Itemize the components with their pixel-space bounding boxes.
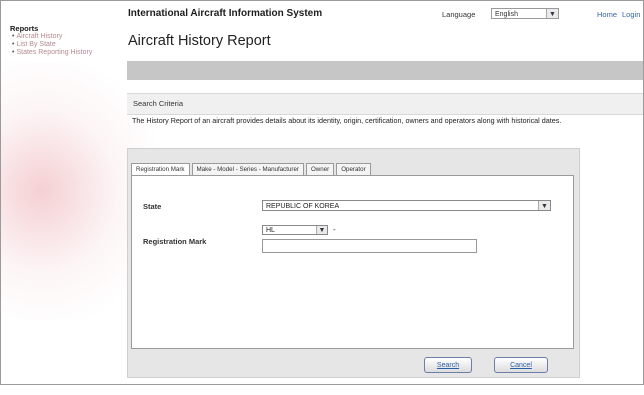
search-tabs: Registration Mark Make - Model - Series … bbox=[131, 163, 373, 176]
registration-mark-input[interactable] bbox=[262, 239, 477, 253]
registration-prefix-select[interactable]: HL ▼ bbox=[262, 225, 328, 235]
app-title: International Aircraft Information Syste… bbox=[128, 8, 323, 19]
login-link[interactable]: Login bbox=[622, 10, 640, 19]
cancel-button[interactable]: Cancel bbox=[494, 357, 548, 373]
sidebar-item-label: Aircraft History bbox=[16, 33, 63, 40]
tab-owner[interactable]: Owner bbox=[305, 163, 335, 175]
top-links: Home Login bbox=[597, 10, 643, 19]
home-link[interactable]: Home bbox=[597, 10, 617, 19]
chevron-down-icon: ▼ bbox=[546, 9, 558, 18]
registration-separator: - bbox=[333, 225, 336, 234]
state-value: REPUBLIC OF KOREA bbox=[266, 203, 340, 210]
language-label: Language bbox=[442, 10, 476, 19]
registration-mark-label: Registration Mark bbox=[143, 237, 207, 246]
sidebar-item-list-by-state[interactable]: • List By State bbox=[10, 41, 120, 49]
sidebar-item-aircraft-history[interactable]: • Aircraft History bbox=[10, 33, 120, 41]
browser-window: Reports • Aircraft History • List By State… bbox=[0, 0, 644, 385]
sidebar: Reports • Aircraft History • List By State… bbox=[10, 25, 120, 57]
tab-make-model-series-manufacturer[interactable]: Make - Model - Series - Manufacturer bbox=[191, 163, 304, 175]
language-select[interactable]: English ▼ bbox=[491, 8, 559, 19]
language-value: English bbox=[495, 11, 518, 18]
state-label: State bbox=[143, 202, 162, 211]
section-header: Search Criteria bbox=[127, 93, 643, 115]
chevron-down-icon: ▼ bbox=[538, 201, 550, 210]
sidebar-item-label: List By State bbox=[16, 41, 56, 48]
chevron-down-icon: ▼ bbox=[316, 226, 327, 234]
sidebar-heading: Reports bbox=[10, 24, 39, 33]
description-text: The History Report of an aircraft provid… bbox=[132, 116, 562, 125]
tab-operator[interactable]: Operator bbox=[336, 163, 371, 175]
state-select[interactable]: REPUBLIC OF KOREA ▼ bbox=[262, 200, 551, 211]
bullet-icon: • bbox=[12, 41, 15, 48]
registration-prefix-value: HL bbox=[266, 227, 275, 234]
sidebar-item-label: States Reporting History bbox=[16, 49, 93, 56]
search-button[interactable]: Search bbox=[424, 357, 472, 373]
sidebar-item-states-reporting-history[interactable]: • States Reporting History bbox=[10, 49, 120, 57]
section-title: Search Criteria bbox=[133, 99, 184, 108]
bullet-icon: • bbox=[12, 33, 15, 40]
bullet-icon: • bbox=[12, 49, 15, 56]
header-bar bbox=[127, 61, 643, 80]
page-title: Aircraft History Report bbox=[128, 33, 271, 49]
